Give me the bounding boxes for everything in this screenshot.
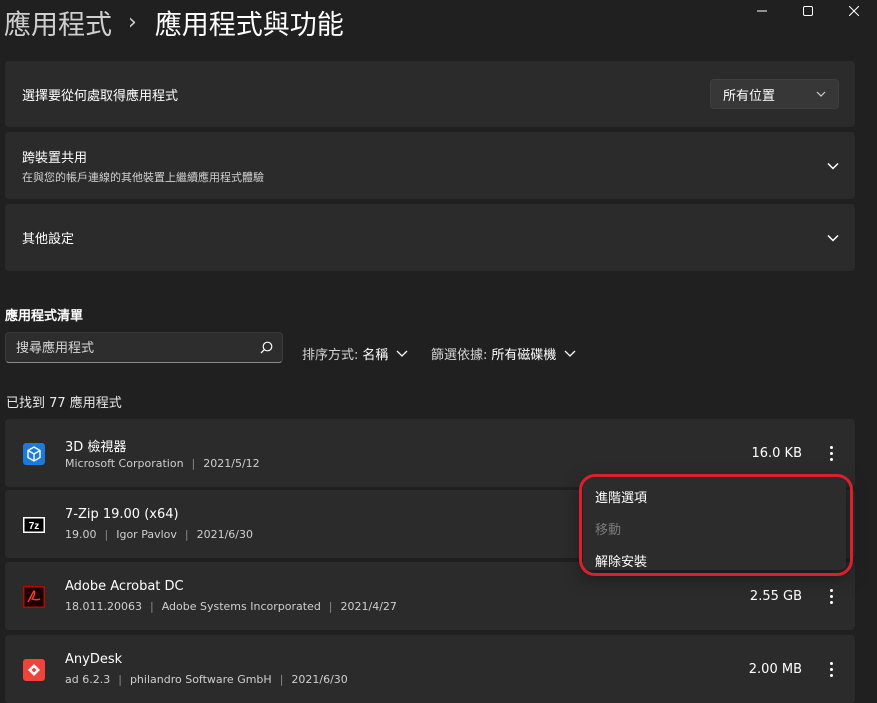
close-icon xyxy=(849,6,859,16)
chevron-down-icon xyxy=(816,91,826,97)
svg-text:7z: 7z xyxy=(29,521,40,532)
app-source-dropdown[interactable]: 所有位置 xyxy=(710,79,839,109)
chevron-down-icon xyxy=(827,234,839,242)
app-name: Adobe Acrobat DC xyxy=(65,579,184,594)
app-meta: ad 6.2.3 | philandro Software GmbH | 2021/6/… xyxy=(65,673,348,686)
app-count: 已找到 77 應用程式 xyxy=(6,396,122,411)
app-date: 2021/6/30 xyxy=(196,528,254,541)
chevron-down-icon xyxy=(827,162,839,170)
share-across-devices-title: 跨裝置共用 xyxy=(22,150,88,166)
more-options-button[interactable] xyxy=(827,658,835,680)
maximize-button[interactable] xyxy=(785,0,831,22)
sort-dropdown[interactable]: 排序方式: 名稱 xyxy=(302,344,408,363)
app-publisher: Igor Pavlov xyxy=(116,528,177,541)
app-name: 7-Zip 19.00 (x64) xyxy=(65,507,179,522)
maximize-icon xyxy=(803,6,813,16)
app-row: 3D 檢視器 Microsoft Corporation | 2021/5/12 1… xyxy=(5,419,855,487)
share-across-devices-card[interactable]: 跨裝置共用 在與您的帳戶連線的其他裝置上繼續應用程式體驗 xyxy=(5,132,855,199)
app-date: 2021/5/12 xyxy=(203,457,260,470)
chevron-down-icon xyxy=(564,350,576,357)
app-row: Adobe Acrobat DC 18.011.20063 | Adobe Syst… xyxy=(5,562,855,630)
app-meta: 19.00 | Igor Pavlov | 2021/6/30 xyxy=(65,528,254,541)
app-version: 19.00 xyxy=(65,528,97,541)
search-icon[interactable] xyxy=(260,341,273,354)
menu-item-uninstall[interactable]: 解除安裝 xyxy=(595,551,647,570)
sort-label: 排序方式: xyxy=(302,348,359,363)
app-date: 2021/6/30 xyxy=(291,673,348,686)
app-meta: 18.011.20063 | Adobe Systems Incorporated |… xyxy=(65,600,397,613)
app-date: 2021/4/27 xyxy=(340,600,397,613)
app-source-label: 選擇要從何處取得應用程式 xyxy=(22,88,179,104)
app-name: AnyDesk xyxy=(65,652,123,667)
chevron-down-icon xyxy=(396,350,408,357)
filter-dropdown[interactable]: 篩選依據: 所有磁碟機 xyxy=(431,344,576,363)
app-meta: Microsoft Corporation | 2021/5/12 xyxy=(65,457,260,470)
cube-icon xyxy=(23,443,45,465)
search-box xyxy=(5,332,283,364)
acrobat-icon xyxy=(23,586,45,608)
page-title: 應用程式與功能 xyxy=(154,9,344,41)
app-publisher: philandro Software GmbH xyxy=(129,673,272,686)
search-input[interactable] xyxy=(6,333,258,364)
more-settings-card[interactable]: 其他設定 xyxy=(5,204,855,271)
filter-value: 所有磁碟機 xyxy=(491,348,557,363)
app-source-card: 選擇要從何處取得應用程式 所有位置 xyxy=(5,61,855,127)
app-size: 2.00 MB xyxy=(748,662,802,677)
app-publisher: Adobe Systems Incorporated xyxy=(161,600,321,613)
app-list-heading: 應用程式清單 xyxy=(5,309,84,324)
minimize-button[interactable] xyxy=(739,0,785,22)
menu-item-move: 移動 xyxy=(595,523,622,538)
more-options-button[interactable] xyxy=(827,585,835,607)
breadcrumb-parent[interactable]: 應用程式 xyxy=(4,3,112,42)
window-controls xyxy=(739,0,877,22)
menu-item-advanced-options[interactable]: 進階選項 xyxy=(595,487,647,506)
filter-label: 篩選依據: xyxy=(431,348,488,363)
app-version: 18.011.20063 xyxy=(65,600,142,613)
app-size: 16.0 KB xyxy=(751,446,802,461)
context-menu: 進階選項 移動 解除安裝 xyxy=(583,478,846,570)
breadcrumb: 應用程式 › 應用程式與功能 xyxy=(4,2,344,42)
more-settings-title: 其他設定 xyxy=(22,232,75,247)
share-across-devices-description: 在與您的帳戶連線的其他裝置上繼續應用程式體驗 xyxy=(22,170,264,184)
app-source-dropdown-value: 所有位置 xyxy=(723,88,776,104)
app-row: AnyDesk ad 6.2.3 | philandro Software GmbH… xyxy=(5,635,855,703)
sort-value: 名稱 xyxy=(362,348,389,363)
app-publisher: Microsoft Corporation xyxy=(65,457,184,470)
7zip-icon: 7z xyxy=(23,517,45,533)
app-size: 2.55 GB xyxy=(749,589,802,604)
minimize-icon xyxy=(757,10,767,12)
breadcrumb-separator-icon: › xyxy=(128,9,137,35)
app-version: ad 6.2.3 xyxy=(65,673,111,686)
close-button[interactable] xyxy=(831,0,877,22)
anydesk-icon xyxy=(23,659,45,681)
app-name: 3D 檢視器 xyxy=(65,440,127,455)
more-options-button[interactable] xyxy=(827,442,835,464)
